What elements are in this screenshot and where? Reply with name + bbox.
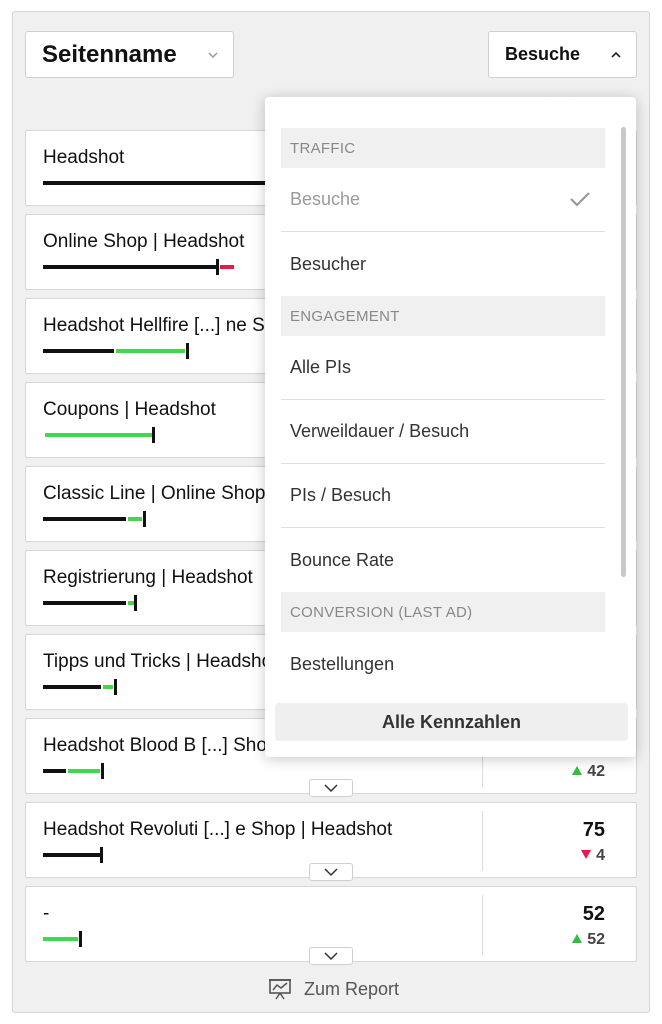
bar-change-segment xyxy=(128,517,142,521)
row-delta-value: 42 xyxy=(587,763,605,780)
option-label: Verweildauer / Besuch xyxy=(290,421,470,441)
bar-marker xyxy=(79,931,82,947)
chevron-down-icon xyxy=(324,783,338,792)
bar-base-segment xyxy=(43,517,126,521)
bar-marker xyxy=(100,847,103,863)
group-header-engagement: ENGAGEMENT xyxy=(281,296,605,336)
dropdown-scrollbar[interactable] xyxy=(621,127,626,577)
option-besuche[interactable]: Besuche xyxy=(281,168,605,232)
trend-down-icon xyxy=(581,850,592,859)
chevron-down-icon xyxy=(324,867,338,876)
group-header-conversion: CONVERSION (LAST AD) xyxy=(281,592,605,632)
option-label: Besuche xyxy=(290,189,361,209)
dropdown-pointer xyxy=(547,97,571,109)
group-header-traffic: TRAFFIC xyxy=(281,128,605,168)
bar-change-segment xyxy=(68,769,100,773)
metric-option-list: TRAFFIC Besuche Besucher ENGAGEMENT Alle… xyxy=(281,128,605,696)
bar-base-segment xyxy=(43,601,126,605)
bar-change-segment xyxy=(43,937,78,941)
row-delta-value: 4 xyxy=(596,847,605,864)
page-name-select-label: Seitenname xyxy=(42,40,177,68)
trend-up-icon xyxy=(572,934,583,943)
option-bounce-rate[interactable]: Bounce Rate xyxy=(281,528,605,592)
bar-base-segment xyxy=(43,265,216,269)
chart-presentation-icon xyxy=(269,979,291,1000)
metric-select[interactable]: Besuche xyxy=(488,31,637,78)
row-bar xyxy=(43,847,343,873)
check-icon xyxy=(570,192,590,207)
chevron-down-icon xyxy=(324,951,338,960)
option-alle-pis[interactable]: Alle PIs xyxy=(281,336,605,400)
row-delta: 4 xyxy=(581,847,605,865)
row-divider xyxy=(482,895,483,955)
option-bestellungen[interactable]: Bestellungen xyxy=(281,632,605,696)
row-page-name: - xyxy=(43,903,50,924)
bar-change-segment xyxy=(116,349,185,353)
row-divider xyxy=(482,811,483,871)
bar-change-segment xyxy=(103,685,113,689)
bar-marker xyxy=(143,511,146,527)
row-delta: 42 xyxy=(572,763,605,781)
all-metrics-button[interactable]: Alle Kennzahlen xyxy=(275,703,628,741)
row-expand-button[interactable] xyxy=(309,947,353,965)
bar-marker xyxy=(114,679,117,695)
option-label: Bestellungen xyxy=(290,653,395,674)
chevron-up-icon xyxy=(611,51,621,58)
report-link[interactable]: Zum Report xyxy=(268,978,399,1000)
option-label: PIs / Besuch xyxy=(290,485,392,505)
bar-change-segment xyxy=(220,265,234,269)
option-label: Bounce Rate xyxy=(290,549,395,570)
row-expand-button[interactable] xyxy=(309,863,353,881)
chevron-down-icon xyxy=(208,52,218,59)
metric-select-label: Besuche xyxy=(505,44,581,64)
option-besucher[interactable]: Besucher xyxy=(281,232,605,296)
bar-marker xyxy=(134,595,137,611)
trend-up-icon xyxy=(572,766,583,775)
bar-marker xyxy=(186,343,189,359)
bar-base-segment xyxy=(43,349,114,353)
bar-base-segment xyxy=(43,181,283,185)
bar-marker xyxy=(152,427,155,443)
row-bar xyxy=(43,931,343,957)
row-delta: 52 xyxy=(572,931,605,949)
row-page-name: Headshot Revoluti [...] e Shop | Headsho… xyxy=(43,819,393,840)
report-link-label: Zum Report xyxy=(304,978,400,999)
bar-base-segment xyxy=(43,685,101,689)
option-label: Alle PIs xyxy=(290,357,352,377)
row-bar xyxy=(43,763,343,789)
bar-marker xyxy=(216,259,219,275)
bar-marker xyxy=(101,763,104,779)
row-value: 52 xyxy=(582,903,605,925)
row-value: 75 xyxy=(582,819,605,841)
bar-change-segment xyxy=(45,433,152,437)
option-label: Besucher xyxy=(290,253,367,274)
metric-dropdown: TRAFFIC Besuche Besucher ENGAGEMENT Alle… xyxy=(265,97,636,757)
option-pis-besuch[interactable]: PIs / Besuch xyxy=(281,464,605,528)
page-name-select[interactable]: Seitenname xyxy=(25,31,234,78)
option-verweildauer[interactable]: Verweildauer / Besuch xyxy=(281,400,605,464)
row-expand-button[interactable] xyxy=(309,779,353,797)
bar-base-segment xyxy=(43,769,66,773)
row-delta-value: 52 xyxy=(587,931,605,948)
bar-base-segment xyxy=(43,853,100,857)
